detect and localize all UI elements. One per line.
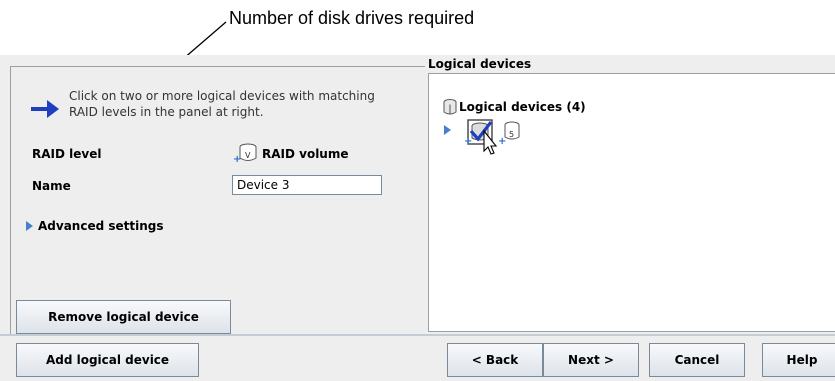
raid-level-label: RAID level	[32, 147, 102, 161]
advanced-settings-label: Advanced settings	[38, 219, 164, 233]
plus-sign: +	[233, 154, 241, 164]
button-bar-divider	[0, 334, 835, 336]
remove-logical-device-button[interactable]: Remove logical device	[16, 300, 231, 334]
arrow-right-icon	[31, 100, 59, 118]
name-label: Name	[32, 179, 71, 193]
help-button[interactable]: Help	[762, 343, 835, 377]
next-button[interactable]: Next >	[543, 343, 639, 377]
advanced-settings-toggle[interactable]: Advanced settings	[26, 219, 164, 233]
logical-devices-panel-title: Logical devices	[428, 57, 532, 71]
logical-devices-tree-root[interactable]: Logical devices (4)	[459, 100, 586, 114]
tree-expand-triangle-icon[interactable]	[444, 125, 451, 135]
raid-volume-icon: V +	[233, 143, 257, 164]
svg-text:+: +	[464, 136, 472, 147]
callout-label: Number of disk drives required	[229, 8, 475, 28]
raid-volume-badge: V	[245, 151, 251, 160]
logical-devices-tree-icon	[443, 99, 457, 115]
name-input[interactable]	[232, 175, 382, 195]
cancel-button[interactable]: Cancel	[649, 343, 745, 377]
logical-device-selection-icon[interactable]: + + 5	[462, 117, 534, 157]
disk-count-badge: 5	[509, 130, 514, 139]
instruction-text: Click on two or more logical devices wit…	[69, 89, 375, 119]
back-button[interactable]: < Back	[447, 343, 543, 377]
add-logical-device-button[interactable]: Add logical device	[16, 343, 199, 377]
raid-level-value: RAID volume	[262, 147, 349, 161]
expand-triangle-icon	[26, 221, 33, 231]
svg-text:+: +	[498, 136, 506, 147]
